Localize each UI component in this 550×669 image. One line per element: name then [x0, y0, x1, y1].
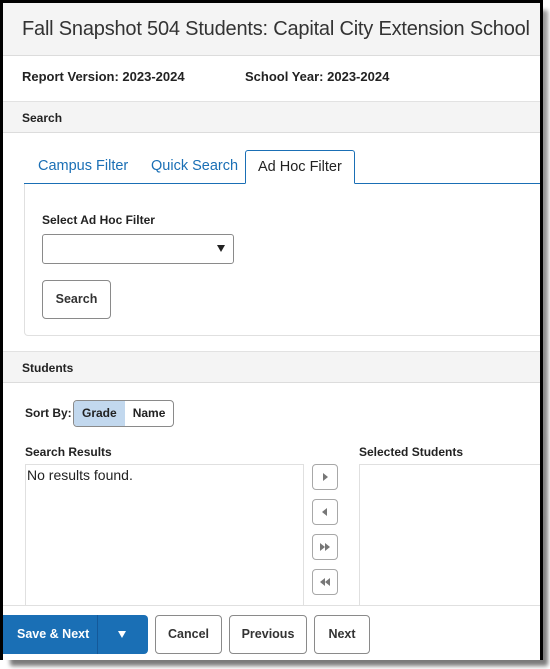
chevron-down-icon — [118, 631, 126, 638]
selected-students-label: Selected Students — [359, 445, 464, 459]
rewind-icon — [320, 578, 330, 586]
selected-students-list[interactable] — [359, 464, 540, 624]
sort-by-label: Sort By: — [25, 406, 72, 420]
save-options-dropdown[interactable] — [98, 615, 148, 654]
tab-campus-filter[interactable]: Campus Filter — [38, 150, 128, 184]
search-section-header: Search — [3, 101, 540, 133]
sort-toggle-group: Grade Name — [73, 400, 175, 427]
move-left-button[interactable] — [312, 499, 338, 525]
search-results-list[interactable]: No results found. — [25, 464, 304, 624]
students-section-header: Students — [3, 351, 540, 383]
report-version: Report Version: 2023-2024 — [22, 69, 185, 84]
search-results-label: Search Results — [25, 445, 112, 459]
search-button[interactable]: Search — [42, 280, 111, 319]
ad-hoc-filter-panel: Select Ad Hoc Filter Search — [24, 184, 540, 336]
report-window: Fall Snapshot 504 Students: Capital City… — [0, 0, 543, 660]
report-info-row: Report Version: 2023-2024 School Year: 2… — [3, 56, 540, 102]
no-results-message: No results found. — [27, 467, 133, 483]
fast-forward-icon — [320, 543, 330, 551]
move-all-right-button[interactable] — [312, 534, 338, 560]
ad-hoc-filter-select[interactable] — [42, 234, 234, 264]
save-next-button[interactable]: Save & Next — [3, 615, 98, 654]
students-section-title: Students — [22, 361, 74, 375]
previous-button[interactable]: Previous — [229, 615, 307, 654]
cancel-button[interactable]: Cancel — [155, 615, 222, 654]
action-footer: Save & Next Cancel Previous Next — [3, 605, 540, 660]
school-year: School Year: 2023-2024 — [245, 69, 390, 84]
page-title: Fall Snapshot 504 Students: Capital City… — [22, 18, 530, 40]
search-tabs: Campus Filter Quick Search Ad Hoc Filter — [24, 150, 540, 184]
move-right-button[interactable] — [312, 464, 338, 490]
save-next-split-button: Save & Next — [3, 615, 148, 654]
play-left-icon — [322, 508, 327, 516]
sort-name-button[interactable]: Name — [125, 401, 174, 426]
search-section-title: Search — [22, 111, 63, 125]
next-button[interactable]: Next — [314, 615, 370, 654]
chevron-down-icon — [217, 245, 225, 252]
sort-grade-button[interactable]: Grade — [74, 401, 125, 426]
tab-ad-hoc-filter[interactable]: Ad Hoc Filter — [245, 150, 355, 184]
ad-hoc-filter-label: Select Ad Hoc Filter — [42, 213, 155, 227]
play-right-icon — [323, 473, 328, 481]
move-all-left-button[interactable] — [312, 569, 338, 595]
tab-quick-search[interactable]: Quick Search — [151, 150, 238, 184]
title-bar: Fall Snapshot 504 Students: Capital City… — [3, 3, 540, 56]
